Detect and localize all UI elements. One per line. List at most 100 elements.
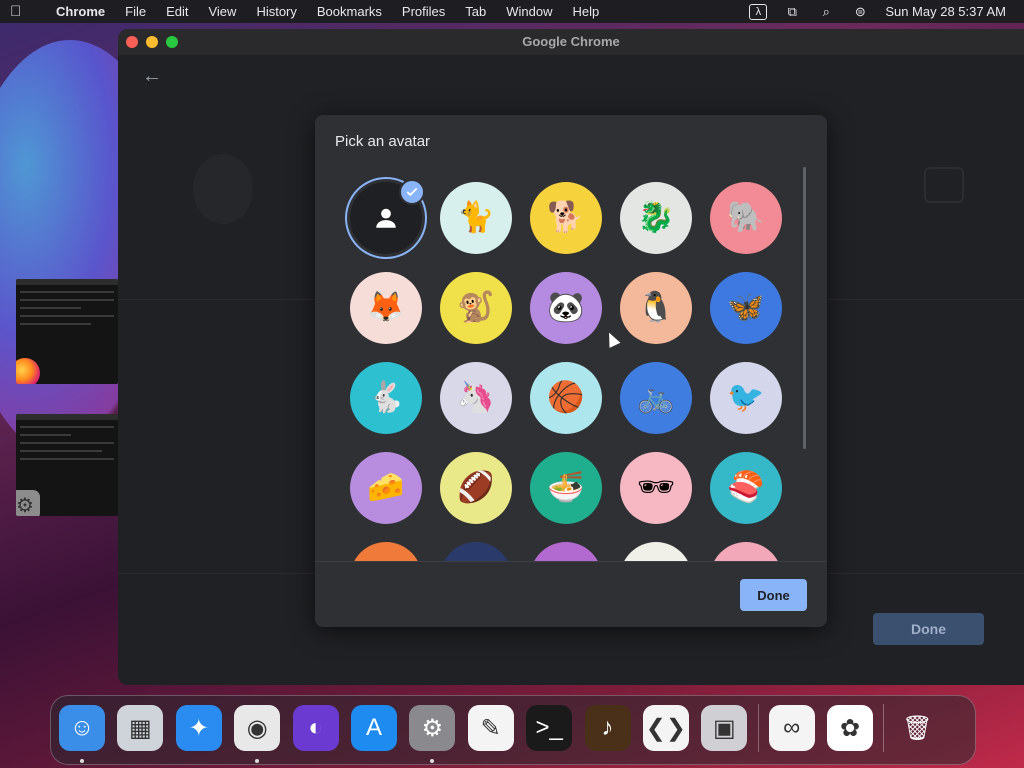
avatar-sunglasses[interactable]: 🕶 <box>620 452 692 524</box>
menu-profiles[interactable]: Profiles <box>392 0 455 23</box>
menu-view[interactable]: View <box>198 0 246 23</box>
basketball-icon: 🏀 <box>547 381 585 414</box>
sunglasses-icon: 🕶 <box>636 471 676 504</box>
avatar-cat[interactable]: 🐈 <box>440 182 512 254</box>
avatar-row6-5[interactable] <box>710 542 782 561</box>
fox-icon: 🦊 <box>367 291 405 324</box>
dock-textedit-icon[interactable]: ✎ <box>467 705 514 751</box>
background-color-swatch <box>924 167 964 203</box>
dock-vscode-icon[interactable]: ❮❯ <box>642 705 689 751</box>
avatar-monkey[interactable]: 🐒 <box>440 272 512 344</box>
dock-launchpad-icon[interactable]: ▦ <box>117 705 164 751</box>
launchpad-glyph: ▦ <box>129 714 152 742</box>
butterfly-icon: 🦋 <box>727 291 765 324</box>
apple-menu-icon[interactable]:  <box>0 0 46 23</box>
selected-check-icon <box>399 179 425 205</box>
avatar-fox[interactable]: 🦊 <box>350 272 422 344</box>
close-window-button[interactable] <box>126 36 138 48</box>
garageband-glyph: ♪ <box>601 714 614 741</box>
avatar-dragon[interactable]: 🐉 <box>620 182 692 254</box>
menu-edit[interactable]: Edit <box>156 0 198 23</box>
visual-studio-glyph: ∞ <box>783 714 801 741</box>
panda-icon: 🐼 <box>547 291 585 324</box>
avatar-row6-1[interactable] <box>350 542 422 561</box>
dock-system-preferences-icon[interactable]: ⚙ <box>409 705 456 763</box>
avatar-bird[interactable]: 🐦 <box>710 362 782 434</box>
ramen-icon: 🍜 <box>547 471 585 504</box>
minimize-window-button[interactable] <box>146 36 158 48</box>
avatar-rabbit[interactable]: 🐇 <box>350 362 422 434</box>
trash-glyph: 🗑 <box>902 714 933 742</box>
avatar-row6-3[interactable] <box>530 542 602 561</box>
window-thumbnail-firefox[interactable] <box>16 279 118 384</box>
menu-bar:  Chrome File Edit View History Bookmark… <box>0 0 1024 23</box>
done-button[interactable]: Done <box>740 579 807 611</box>
avatar-row6-2[interactable] <box>440 542 512 561</box>
running-indicator <box>255 759 260 763</box>
control-center-icon[interactable]: ⊜ <box>843 4 877 20</box>
avatar-penguin[interactable]: 🐧 <box>620 272 692 344</box>
spotlight-search-icon[interactable]: ⌕ <box>809 4 843 20</box>
corgi-icon: 🐕 <box>547 201 585 234</box>
bicycle-icon: 🚲 <box>637 381 675 414</box>
dock-garageband-icon[interactable]: ♪ <box>584 705 631 751</box>
menubar-clock[interactable]: Sun May 28 5:37 AM <box>877 4 1024 19</box>
dock-chrome-icon[interactable]: ◉ <box>234 705 281 763</box>
avatar-grid: 🐈 🐕 🐉 🐘 🦊 🐒 🐼 🐧 🦋 🐇 🦄 🏀 🚲 🐦 🧀 🏈 🍜 🕶 🍣 <box>350 179 782 561</box>
dock-visual-studio-icon[interactable]: ∞ <box>768 705 815 751</box>
background-profile-avatar <box>193 154 253 224</box>
menu-window[interactable]: Window <box>496 0 562 23</box>
safari-glyph: ✦ <box>188 714 209 742</box>
avatar-elephant[interactable]: 🐘 <box>710 182 782 254</box>
avatar-panda[interactable]: 🐼 <box>530 272 602 344</box>
app-menu-chrome[interactable]: Chrome <box>46 0 115 23</box>
avatar-row6-4[interactable] <box>620 542 692 561</box>
monkey-icon: 🐒 <box>457 291 495 324</box>
menu-tab[interactable]: Tab <box>455 0 496 23</box>
avatar-generic-person[interactable] <box>350 179 425 254</box>
avatar-bicycle[interactable]: 🚲 <box>620 362 692 434</box>
avatar-corgi[interactable]: 🐕 <box>530 182 602 254</box>
menu-file[interactable]: File <box>115 0 156 23</box>
finder-glyph: ☺ <box>69 714 95 741</box>
dock-safari-icon[interactable]: ✦ <box>175 705 222 751</box>
system-preferences-glyph: ⚙ <box>421 714 444 742</box>
avatar-football[interactable]: 🏈 <box>440 452 512 524</box>
firefox-glyph: ◐ <box>308 714 323 741</box>
dock-finder-icon[interactable]: ☺ <box>59 705 105 763</box>
cat-icon: 🐈 <box>457 201 495 234</box>
dock-terminal-icon[interactable]: >_ <box>526 705 573 751</box>
menu-bookmarks[interactable]: Bookmarks <box>307 0 392 23</box>
avatar-sushi[interactable]: 🍣 <box>710 452 782 524</box>
dock-archive-utility-icon[interactable]: ▣ <box>701 705 748 751</box>
bird-icon: 🐦 <box>727 381 765 414</box>
running-indicator <box>80 759 84 763</box>
back-arrow-icon[interactable]: ← <box>142 65 162 88</box>
avatar-unicorn[interactable]: 🦄 <box>440 362 512 434</box>
gear-icon: ⚙ <box>16 490 40 516</box>
dock: ☺ ▦ ✦ ◉ ◐ A ⚙ ✎ >_ ♪ ❮❯ ▣ ∞ ✿ 🗑 <box>50 695 976 765</box>
avatar-grid-scrollbar[interactable] <box>803 167 806 449</box>
dialog-title: Pick an avatar <box>335 133 431 150</box>
textedit-glyph: ✎ <box>480 714 501 742</box>
dock-trash-icon[interactable]: 🗑 <box>894 705 940 751</box>
avatar-grid-scroll-area[interactable]: 🐈 🐕 🐉 🐘 🦊 🐒 🐼 🐧 🦋 🐇 🦄 🏀 🚲 🐦 🧀 🏈 🍜 🕶 🍣 <box>335 171 803 561</box>
lambda-status-icon[interactable]: λ <box>741 3 775 20</box>
avatar-butterfly[interactable]: 🦋 <box>710 272 782 344</box>
menu-history[interactable]: History <box>246 0 306 23</box>
screen-mirroring-icon[interactable]: ⧉ <box>775 4 809 20</box>
dock-app-store-icon[interactable]: A <box>350 705 397 751</box>
avatar-picker-dialog: Pick an avatar 🐈 🐕 🐉 🐘 🦊 🐒 🐼 🐧 🦋 🐇 🦄 🏀 🚲 🐦 🧀 🏈 🍜 🕶 🍣 Done <box>315 115 827 627</box>
elephant-icon: 🐘 <box>727 201 765 234</box>
avatar-ramen[interactable]: 🍜 <box>530 452 602 524</box>
window-thumbnail-system-preferences[interactable]: ⚙ <box>16 414 118 516</box>
dock-firefox-icon[interactable]: ◐ <box>292 705 339 751</box>
dialog-footer-divider <box>315 561 827 562</box>
window-title: Google Chrome <box>522 34 620 49</box>
avatar-basketball[interactable]: 🏀 <box>530 362 602 434</box>
menu-help[interactable]: Help <box>563 0 610 23</box>
dock-photos-icon[interactable]: ✿ <box>827 705 874 751</box>
avatar-cheese[interactable]: 🧀 <box>350 452 422 524</box>
maximize-window-button[interactable] <box>166 36 178 48</box>
background-done-button[interactable]: Done <box>873 613 984 645</box>
